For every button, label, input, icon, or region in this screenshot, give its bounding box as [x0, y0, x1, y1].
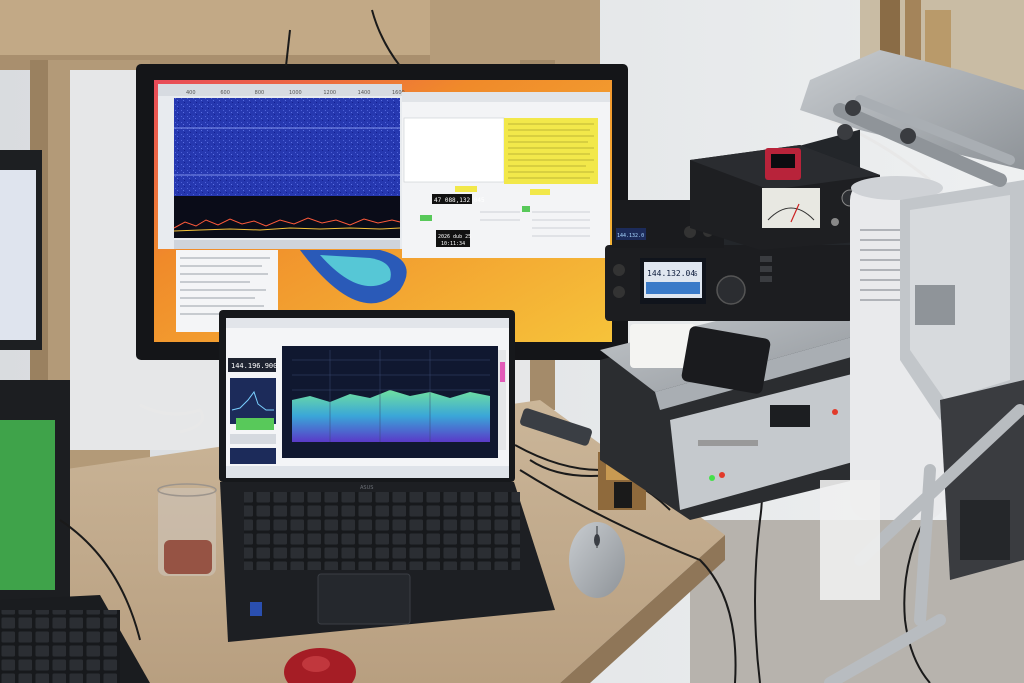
touchpad	[317, 573, 411, 625]
svg-text:10:11:34: 10:11:34	[441, 241, 465, 247]
tuning-knob	[716, 275, 746, 305]
spectrum-graph	[174, 196, 400, 238]
freq-tick-label: 800	[255, 90, 265, 96]
svg-text:ASUS: ASUS	[360, 485, 373, 491]
waterfall-window: 400 600 800 1000 1200 1400 1600	[158, 84, 405, 249]
waterfall-display	[174, 98, 400, 210]
wsjt-window: 47 088,132 045 2026 dub 25 10:11:34	[402, 92, 610, 258]
freq-tick-label: 1400	[358, 90, 371, 96]
freq-tick-label: 1000	[289, 90, 302, 96]
svg-text:47 088,132 045: 47 088,132 045	[434, 197, 485, 204]
freq-tick-label: 600	[220, 90, 230, 96]
photo-scene: 400 600 800 1000 1200 1400 1600 47 088,1…	[0, 0, 1024, 683]
drinking-glass	[157, 483, 217, 576]
svg-text:144.132.0: 144.132.0	[617, 233, 644, 239]
freq-tick-label: 400	[186, 90, 196, 96]
main-laptop: 144.196.900 ASUS	[219, 310, 555, 642]
laptop-keyboard	[244, 492, 520, 570]
laptop-frequency-readout: 144.196.900	[231, 362, 277, 370]
white-case	[820, 480, 880, 600]
freq-tick-label: 1200	[323, 90, 336, 96]
svg-text:2026 dub 25: 2026 dub 25	[438, 234, 471, 240]
svg-text:144.132.04: 144.132.04	[647, 269, 695, 278]
svg-text:5: 5	[694, 271, 698, 278]
decode-list	[504, 118, 598, 184]
transceiver: 144.132.04 5	[605, 245, 853, 321]
mouse-icon	[569, 522, 625, 598]
